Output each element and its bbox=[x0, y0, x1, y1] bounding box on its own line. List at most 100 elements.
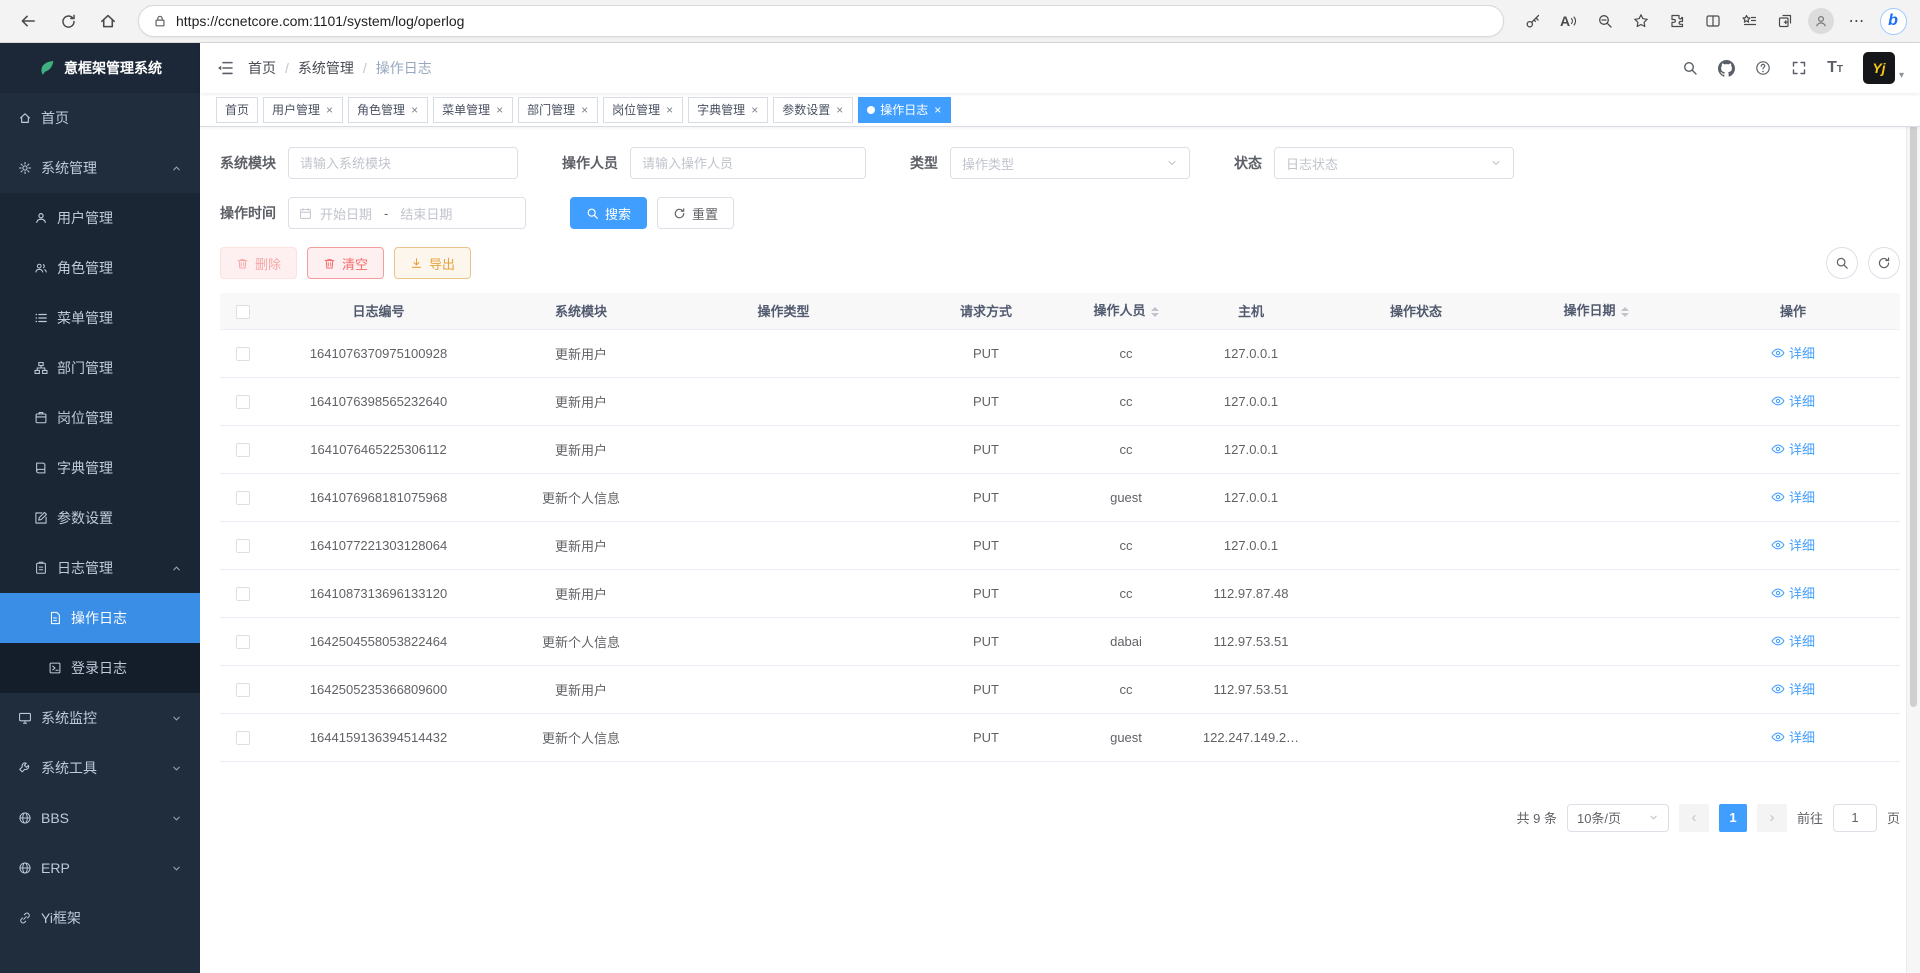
detail-link[interactable]: 详细 bbox=[1771, 727, 1815, 746]
sidebar-item-erp[interactable]: ERP bbox=[0, 843, 200, 893]
tab-role[interactable]: 角色管理 × bbox=[348, 97, 428, 123]
detail-link[interactable]: 详细 bbox=[1771, 583, 1815, 602]
close-icon[interactable]: × bbox=[580, 104, 589, 116]
browser-back-button[interactable] bbox=[10, 4, 46, 38]
close-icon[interactable]: × bbox=[410, 104, 419, 116]
delete-button[interactable]: 删除 bbox=[220, 247, 297, 279]
detail-link[interactable]: 详细 bbox=[1771, 631, 1815, 650]
browser-refresh-button[interactable] bbox=[50, 4, 86, 38]
next-page-button[interactable]: › bbox=[1757, 804, 1787, 832]
close-icon[interactable]: × bbox=[835, 104, 844, 116]
sidebar-item-system[interactable]: 系统管理 bbox=[0, 143, 200, 193]
collections-icon[interactable] bbox=[1768, 4, 1802, 38]
row-checkbox[interactable] bbox=[236, 683, 250, 697]
breadcrumb-system[interactable]: 系统管理 bbox=[298, 58, 354, 78]
read-aloud-icon[interactable]: A bbox=[1552, 4, 1586, 38]
goto-page-input[interactable] bbox=[1833, 804, 1877, 832]
sidebar-item-operlog[interactable]: 操作日志 bbox=[0, 593, 200, 643]
type-select[interactable]: 操作类型 bbox=[950, 147, 1190, 179]
settings-menu-icon[interactable]: ⋯ bbox=[1840, 4, 1874, 38]
row-checkbox[interactable] bbox=[236, 635, 250, 649]
select-all-checkbox[interactable] bbox=[236, 305, 250, 319]
detail-link[interactable]: 详细 bbox=[1771, 439, 1815, 458]
close-icon[interactable]: × bbox=[750, 104, 759, 116]
search-icon[interactable] bbox=[1682, 60, 1698, 76]
close-icon[interactable]: × bbox=[933, 104, 942, 116]
tab-home[interactable]: 首页 bbox=[216, 97, 258, 123]
sidebar-item-dict[interactable]: 字典管理 bbox=[0, 443, 200, 493]
detail-link[interactable]: 详细 bbox=[1771, 391, 1815, 410]
sidebar-item-monitor[interactable]: 系统监控 bbox=[0, 693, 200, 743]
address-bar[interactable]: https://ccnetcore.com:1101/system/log/op… bbox=[138, 5, 1504, 37]
copilot-icon[interactable]: b bbox=[1876, 4, 1910, 38]
sidebar-toggle[interactable] bbox=[216, 59, 234, 77]
detail-link[interactable]: 详细 bbox=[1771, 487, 1815, 506]
extensions-icon[interactable] bbox=[1660, 4, 1694, 38]
row-checkbox[interactable] bbox=[236, 443, 250, 457]
sidebar-item-yi[interactable]: Yi框架 bbox=[0, 893, 200, 943]
refresh-table-button[interactable] bbox=[1868, 247, 1900, 279]
app-logo[interactable]: 意框架管理系统 bbox=[0, 43, 200, 93]
add-favorite-icon[interactable] bbox=[1624, 4, 1658, 38]
scrollbar-thumb[interactable] bbox=[1910, 47, 1917, 707]
row-checkbox[interactable] bbox=[236, 395, 250, 409]
tab-menu[interactable]: 菜单管理× bbox=[433, 97, 513, 123]
sidebar-item-param[interactable]: 参数设置 bbox=[0, 493, 200, 543]
close-icon[interactable]: × bbox=[665, 104, 674, 116]
operator-input[interactable] bbox=[630, 147, 866, 179]
breadcrumb-home[interactable]: 首页 bbox=[248, 58, 276, 78]
reset-button[interactable]: 重置 bbox=[657, 197, 734, 229]
detail-link[interactable]: 详细 bbox=[1771, 679, 1815, 698]
export-button[interactable]: 导出 bbox=[394, 247, 471, 279]
row-checkbox[interactable] bbox=[236, 491, 250, 505]
page-scrollbar[interactable] bbox=[1906, 43, 1920, 973]
sidebar-item-post[interactable]: 岗位管理 bbox=[0, 393, 200, 443]
sidebar-item-bbs[interactable]: BBS bbox=[0, 793, 200, 843]
row-checkbox[interactable] bbox=[236, 587, 250, 601]
module-input[interactable] bbox=[288, 147, 518, 179]
close-icon[interactable]: × bbox=[495, 104, 504, 116]
sidebar-item-loginlog[interactable]: 登录日志 bbox=[0, 643, 200, 693]
row-checkbox[interactable] bbox=[236, 539, 250, 553]
sidebar-item-role[interactable]: 角色管理 bbox=[0, 243, 200, 293]
row-checkbox[interactable] bbox=[236, 731, 250, 745]
date-range-picker[interactable]: 开始日期 - 结束日期 bbox=[288, 197, 526, 229]
tab-dept[interactable]: 部门管理× bbox=[518, 97, 598, 123]
tab-user[interactable]: 用户管理× bbox=[263, 97, 343, 123]
sidebar-item-log[interactable]: 日志管理 bbox=[0, 543, 200, 593]
row-checkbox[interactable] bbox=[236, 347, 250, 361]
password-key-icon[interactable] bbox=[1516, 4, 1550, 38]
browser-home-button[interactable] bbox=[90, 4, 126, 38]
font-size-icon[interactable]: TT bbox=[1827, 60, 1843, 76]
user-avatar[interactable]: Yj ▾ bbox=[1863, 52, 1904, 84]
tab-param[interactable]: 参数设置× bbox=[773, 97, 853, 123]
help-icon[interactable] bbox=[1755, 60, 1771, 76]
fullscreen-icon[interactable] bbox=[1791, 60, 1807, 76]
close-icon[interactable]: × bbox=[325, 104, 334, 116]
tab-dict[interactable]: 字典管理× bbox=[688, 97, 768, 123]
favorites-icon[interactable] bbox=[1732, 4, 1766, 38]
profile-avatar[interactable] bbox=[1804, 4, 1838, 38]
github-icon[interactable] bbox=[1718, 60, 1735, 77]
search-button[interactable]: 搜索 bbox=[570, 197, 647, 229]
sidebar-item-tool[interactable]: 系统工具 bbox=[0, 743, 200, 793]
sidebar-item-home[interactable]: 首页 bbox=[0, 93, 200, 143]
sidebar-item-dept[interactable]: 部门管理 bbox=[0, 343, 200, 393]
tab-label: 角色管理 bbox=[357, 101, 405, 118]
sort-control[interactable] bbox=[1151, 303, 1159, 321]
clear-button[interactable]: 清空 bbox=[307, 247, 384, 279]
zoom-icon[interactable] bbox=[1588, 4, 1622, 38]
detail-link[interactable]: 详细 bbox=[1771, 343, 1815, 362]
sidebar-item-menu[interactable]: 菜单管理 bbox=[0, 293, 200, 343]
detail-link[interactable]: 详细 bbox=[1771, 535, 1815, 554]
sort-control[interactable] bbox=[1621, 303, 1629, 321]
sidebar-item-user[interactable]: 用户管理 bbox=[0, 193, 200, 243]
page-number-1[interactable]: 1 bbox=[1719, 804, 1747, 832]
toggle-search-button[interactable] bbox=[1826, 247, 1858, 279]
split-screen-icon[interactable] bbox=[1696, 4, 1730, 38]
page-size-select[interactable]: 10条/页 bbox=[1567, 804, 1669, 832]
status-select[interactable]: 日志状态 bbox=[1274, 147, 1514, 179]
prev-page-button[interactable]: ‹ bbox=[1679, 804, 1709, 832]
tab-post[interactable]: 岗位管理× bbox=[603, 97, 683, 123]
tab-operlog[interactable]: 操作日志× bbox=[858, 97, 951, 123]
